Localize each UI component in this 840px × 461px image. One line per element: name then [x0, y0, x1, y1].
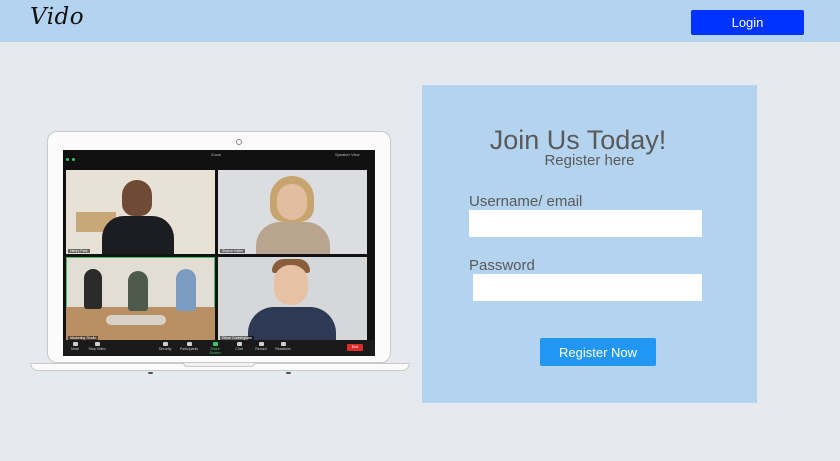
person-head	[274, 265, 308, 305]
password-label: Password	[469, 257, 535, 274]
tool-label: Share Screen	[209, 347, 221, 355]
status-dot	[66, 158, 69, 161]
tool-label: Stop Video	[88, 347, 106, 351]
person	[128, 271, 148, 311]
video-tool: Stop Video	[87, 342, 107, 351]
tool-label: Chat	[235, 347, 243, 351]
end-call-button: End	[347, 344, 363, 351]
login-button[interactable]: Login	[691, 10, 804, 35]
person	[176, 269, 196, 311]
tool-label: Mute	[71, 347, 79, 351]
call-toolbar: Mute Stop Video Security Participants Sh…	[63, 340, 375, 356]
tool-label: Record	[255, 347, 267, 351]
share-screen-tool: Share Screen	[205, 342, 225, 355]
video-call-screen: Zoom Speaker View Henry Park Sharon Kell…	[63, 150, 375, 356]
participant-name: Sharon Keller	[220, 249, 246, 253]
username-label: Username/ email	[469, 193, 583, 210]
tool-label: Reactions	[275, 347, 291, 351]
person-body	[248, 307, 336, 341]
person	[84, 269, 102, 309]
record-tool: Record	[251, 342, 271, 351]
chat-icon	[236, 342, 242, 346]
participant-name: Henry Park	[68, 249, 90, 253]
share-screen-icon	[212, 342, 218, 346]
laptop-illustration: Zoom Speaker View Henry Park Sharon Kell…	[30, 131, 410, 376]
record-icon	[258, 342, 264, 346]
person-body	[256, 222, 330, 254]
call-titlebar: Zoom Speaker View	[63, 150, 375, 168]
video-tile-active: Marketing Studio	[66, 257, 215, 341]
chat-tool: Chat	[229, 342, 249, 351]
people-icon	[186, 342, 192, 346]
brand-logo[interactable]: Vido	[30, 4, 84, 30]
tool-label: Security	[158, 347, 172, 351]
microphone-icon	[72, 342, 78, 346]
security-tool: Security	[155, 342, 175, 351]
smiley-icon	[280, 342, 286, 346]
person-body	[102, 216, 174, 254]
shield-icon	[162, 342, 168, 346]
password-input[interactable]	[473, 274, 702, 301]
call-window-title: Zoom	[211, 152, 222, 157]
video-tile: Sharon Keller	[218, 170, 367, 254]
view-mode-label: Speaker View	[335, 152, 360, 157]
mute-tool: Mute	[65, 342, 85, 351]
reactions-tool: Reactions	[273, 342, 293, 351]
video-tile: Henry Park	[66, 170, 215, 254]
table	[106, 315, 166, 325]
laptop-foot	[286, 372, 291, 374]
register-panel: Join Us Today! Register here Username/ e…	[422, 85, 757, 403]
video-tile: Ethan Cunningham	[218, 257, 367, 341]
username-input[interactable]	[469, 210, 702, 237]
register-subtitle: Register here	[544, 152, 635, 169]
laptop-foot	[148, 372, 153, 374]
laptop-camera	[236, 139, 242, 145]
register-now-button[interactable]: Register Now	[540, 338, 656, 366]
tool-label: Participants	[179, 347, 199, 351]
top-navbar: Vido Login	[0, 0, 840, 42]
status-dot	[72, 158, 75, 161]
video-camera-icon	[94, 342, 100, 346]
person-head	[122, 180, 152, 216]
participants-tool: Participants	[179, 342, 199, 351]
laptop-notch	[183, 363, 255, 367]
person-head	[277, 184, 307, 220]
